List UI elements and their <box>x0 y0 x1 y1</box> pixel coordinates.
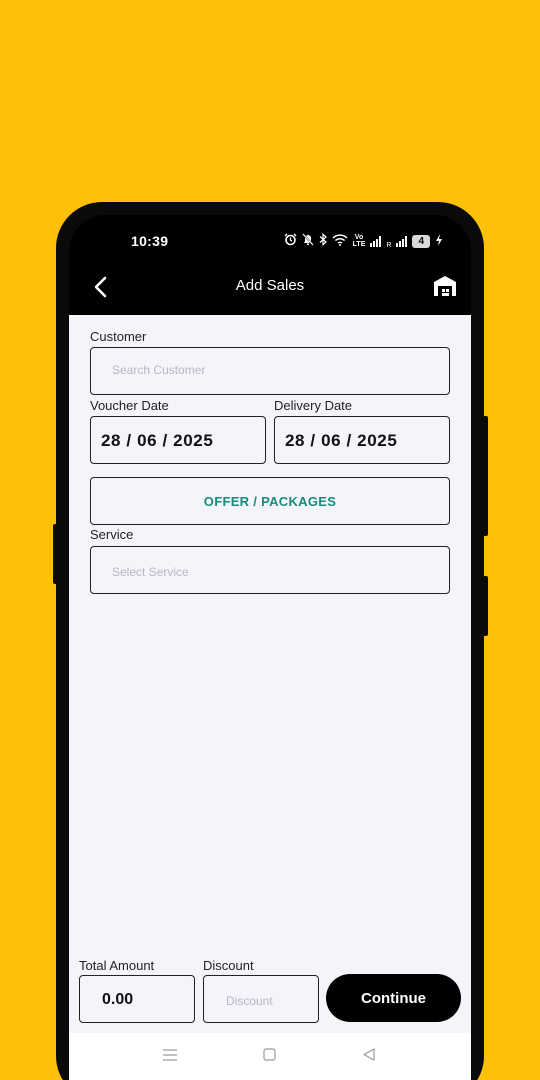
service-label: Service <box>90 527 134 542</box>
status-icons: Vo LTE R 4 <box>284 232 443 249</box>
delivery-date-value: 28 / 06 / 2025 <box>285 431 398 450</box>
delivery-date-label: Delivery Date <box>274 398 353 413</box>
customer-search-placeholder: Search Customer <box>112 363 206 377</box>
system-nav-bar <box>69 1033 471 1080</box>
status-bar: 10:39 Vo LTE R 4 <box>69 215 471 265</box>
page-title: Add Sales <box>235 277 305 294</box>
phone-frame: 10:39 Vo LTE R 4 Add Sales Customer Sear… <box>53 202 488 1080</box>
battery-indicator: 4 <box>412 234 430 248</box>
wifi-icon <box>332 233 348 249</box>
service-select-placeholder: Select Service <box>112 565 189 579</box>
phone-side-button <box>483 576 488 636</box>
service-select-field[interactable]: Select Service <box>90 546 450 594</box>
app-bar: Add Sales <box>69 265 471 315</box>
phone-side-button <box>53 524 58 584</box>
customer-search-field[interactable]: Search Customer <box>90 347 450 395</box>
continue-button[interactable]: Continue <box>326 974 461 1022</box>
discount-field[interactable]: Discount <box>203 975 319 1023</box>
phone-side-button <box>483 416 488 536</box>
menu-icon[interactable] <box>163 1048 177 1066</box>
phone-screen: 10:39 Vo LTE R 4 Add Sales Customer Sear… <box>69 215 471 1080</box>
discount-placeholder: Discount <box>226 994 273 1008</box>
total-amount-field[interactable]: 0.00 <box>79 975 195 1023</box>
voucher-date-field[interactable]: 28 / 06 / 2025 <box>90 416 266 464</box>
alarm-icon <box>284 233 297 249</box>
home-icon[interactable] <box>263 1048 276 1066</box>
voucher-date-label: Voucher Date <box>90 398 169 413</box>
total-amount-value: 0.00 <box>102 991 134 1008</box>
discount-label: Discount <box>203 958 254 973</box>
volte-icon: Vo LTE <box>353 234 366 248</box>
signal-strength-icon <box>370 235 382 247</box>
volte-top-text: Vo <box>354 234 364 241</box>
voucher-date-value: 28 / 06 / 2025 <box>101 431 214 450</box>
store-icon <box>434 276 456 296</box>
store-button[interactable] <box>433 275 457 299</box>
charging-bolt-icon <box>435 233 443 249</box>
back-triangle-icon[interactable] <box>363 1048 375 1066</box>
offer-packages-button[interactable]: OFFER / PACKAGES <box>90 477 450 525</box>
bluetooth-icon <box>319 232 327 249</box>
status-time: 10:39 <box>131 233 169 249</box>
mute-bell-icon <box>301 233 314 249</box>
delivery-date-field[interactable]: 28 / 06 / 2025 <box>274 416 450 464</box>
form-area: Customer Search Customer Voucher Date 28… <box>69 315 471 1033</box>
volte-bottom-text: LTE <box>352 241 366 248</box>
signal-strength-icon-2 <box>396 235 408 247</box>
total-amount-label: Total Amount <box>79 958 155 973</box>
roaming-indicator: R <box>386 242 392 249</box>
customer-label: Customer <box>90 329 147 344</box>
